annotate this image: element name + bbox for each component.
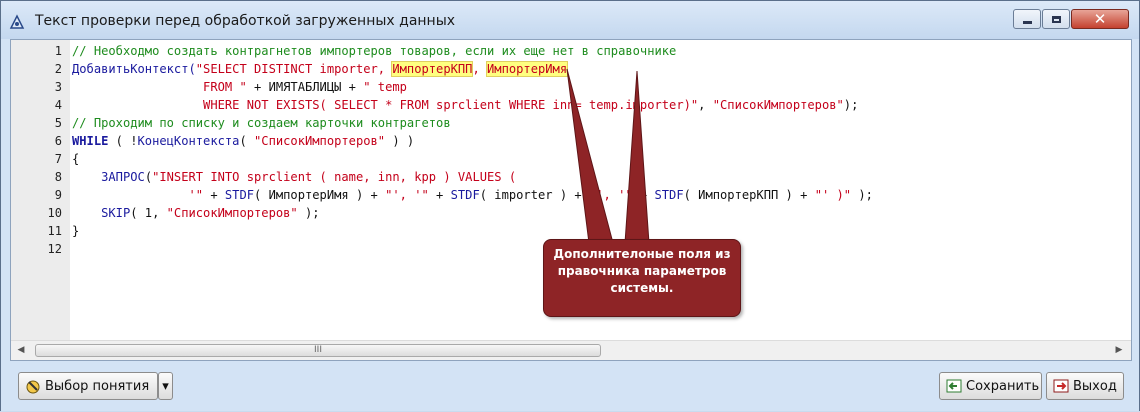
- callout-line-3: системы.: [610, 281, 674, 295]
- select-concept-dropdown[interactable]: ▾: [158, 372, 173, 400]
- callout-line-2: правочника параметров: [557, 264, 727, 278]
- concept-icon: [26, 380, 40, 394]
- annotation-callout: Дополнителоные поля из правочника параме…: [543, 239, 741, 317]
- chevron-down-icon: ▾: [162, 378, 169, 394]
- exit-button[interactable]: Выход: [1046, 372, 1124, 400]
- callout-text: Дополнителоные поля из правочника параме…: [548, 246, 736, 297]
- exit-label: Выход: [1073, 378, 1117, 394]
- save-label: Сохранить: [966, 378, 1040, 394]
- select-concept-label: Выбор понятия: [45, 378, 150, 394]
- select-concept-button[interactable]: Выбор понятия: [18, 372, 158, 400]
- exit-icon: [1053, 379, 1069, 393]
- save-button[interactable]: Сохранить: [939, 372, 1042, 400]
- save-icon: [946, 379, 962, 393]
- callout-line-1: Дополнителоные поля из: [553, 247, 731, 261]
- button-bar: Выбор понятия ▾ Сохранить Выход: [1, 363, 1139, 411]
- callout-arrows: [566, 68, 650, 244]
- dialog-window: Текст проверки перед обработкой загружен…: [0, 0, 1140, 411]
